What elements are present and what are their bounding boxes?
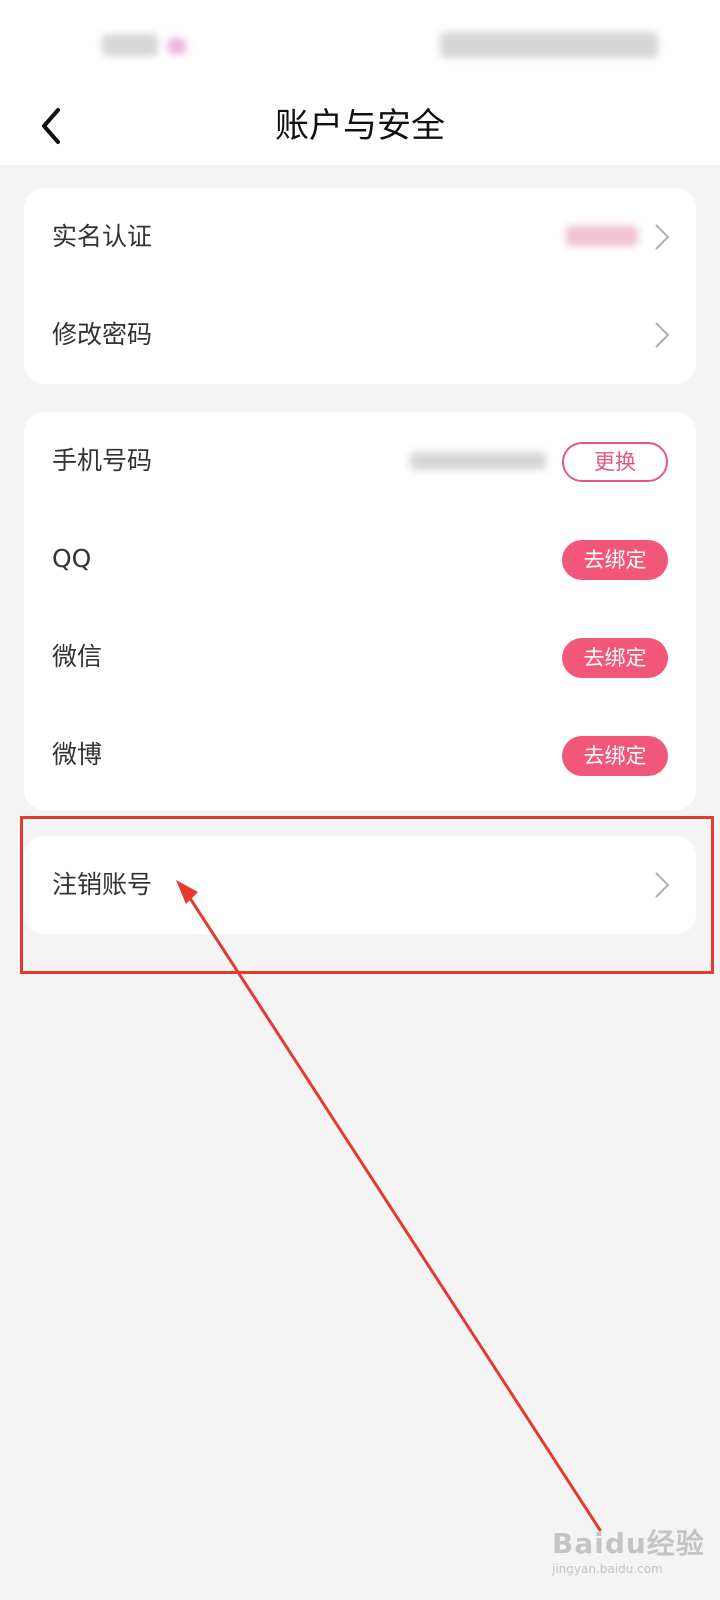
watermark-logo: Baidu经验 jingyan.baidu.com	[552, 1518, 712, 1588]
annotation-arrow	[176, 880, 602, 1532]
watermark-main-text: Baidu经验	[552, 1527, 705, 1560]
watermark-sub-text: jingyan.baidu.com	[552, 1562, 663, 1576]
